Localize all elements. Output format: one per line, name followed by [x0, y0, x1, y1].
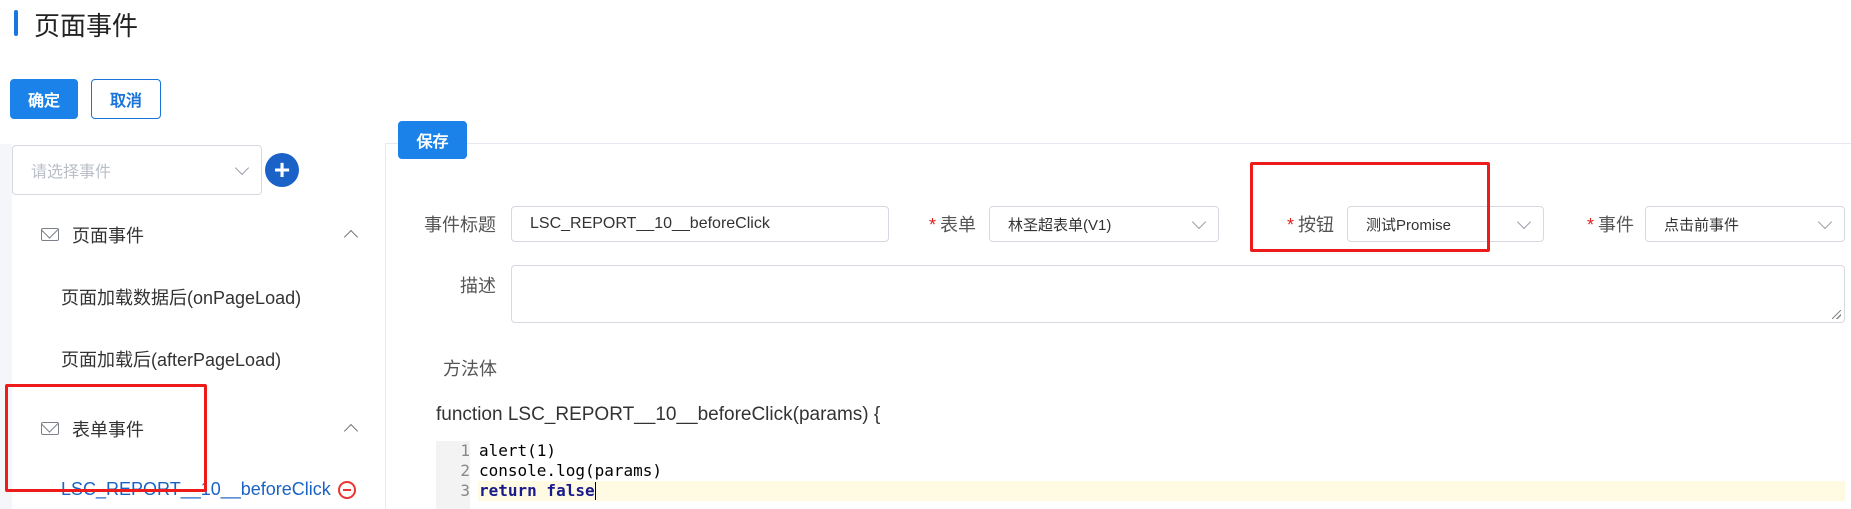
save-button[interactable]: 保存	[398, 121, 467, 159]
event-label-text: 事件	[1598, 215, 1634, 235]
line-number: 2	[460, 461, 470, 480]
chevron-up-icon[interactable]	[343, 423, 359, 439]
event-select-value: 点击前事件	[1664, 216, 1740, 234]
chevron-down-icon	[1516, 214, 1532, 230]
text-cursor	[594, 482, 596, 500]
form-label: * 表单	[920, 211, 976, 237]
description-textarea[interactable]	[511, 265, 1845, 323]
highlight-box-button	[1250, 162, 1490, 252]
mail-icon	[41, 228, 59, 241]
event-title-label: 事件标题	[424, 215, 496, 235]
line-number: 1	[460, 441, 470, 460]
code-line-text: return false	[479, 481, 595, 500]
sidebar-item-onpageload[interactable]: 页面加载数据后(onPageLoad)	[61, 284, 301, 310]
content-divider	[385, 143, 1851, 144]
form-select[interactable]: 林圣超表单(V1)	[989, 206, 1219, 242]
title-accent-bar	[14, 10, 18, 36]
method-body-label: 方法体	[443, 359, 497, 379]
required-mark: *	[928, 215, 936, 235]
sidebar-item-afterpageload[interactable]: 页面加载后(afterPageLoad)	[61, 346, 281, 372]
form-label-text: 表单	[940, 215, 976, 235]
chevron-down-icon	[234, 160, 250, 176]
add-event-button[interactable]: +	[265, 153, 299, 187]
event-title-value: LSC_REPORT__10__beforeClick	[530, 215, 770, 232]
event-label: * 事件	[1574, 211, 1634, 237]
code-line[interactable]: return false	[479, 481, 596, 501]
chevron-down-icon	[1191, 214, 1207, 230]
code-line-text: console.log(params)	[479, 461, 663, 480]
code-line[interactable]: alert(1)	[479, 441, 556, 461]
highlight-box-form-events	[5, 384, 207, 492]
page-title: 页面事件	[34, 11, 139, 41]
code-editor[interactable]: 1 2 3 alert(1) console.log(params) retur…	[436, 441, 1845, 509]
event-title-input[interactable]: LSC_REPORT__10__beforeClick	[511, 206, 889, 242]
active-line-highlight	[478, 481, 1845, 501]
remove-event-icon[interactable]	[338, 481, 356, 499]
event-select-field[interactable]: 点击前事件	[1645, 206, 1845, 242]
form-select-value: 林圣超表单(V1)	[1008, 216, 1112, 234]
line-number: 3	[460, 481, 470, 500]
event-select-placeholder: 请选择事件	[31, 164, 112, 181]
required-mark: *	[1586, 215, 1594, 235]
code-line[interactable]: console.log(params)	[479, 461, 662, 481]
event-select[interactable]: 请选择事件	[12, 145, 262, 195]
sidebar-group-label: 页面事件	[72, 226, 144, 246]
chevron-down-icon	[1817, 214, 1833, 230]
cancel-button[interactable]: 取消	[91, 79, 161, 119]
description-label: 描述	[460, 276, 496, 296]
function-signature: function LSC_REPORT__10__beforeClick(par…	[436, 404, 881, 425]
sidebar-group-page-events[interactable]: 页面事件	[40, 218, 360, 252]
plus-icon: +	[273, 154, 291, 185]
resize-handle-icon[interactable]	[1832, 310, 1841, 319]
code-line-text: alert(1)	[479, 441, 557, 460]
chevron-up-icon[interactable]	[343, 229, 359, 245]
confirm-button[interactable]: 确定	[10, 79, 78, 119]
